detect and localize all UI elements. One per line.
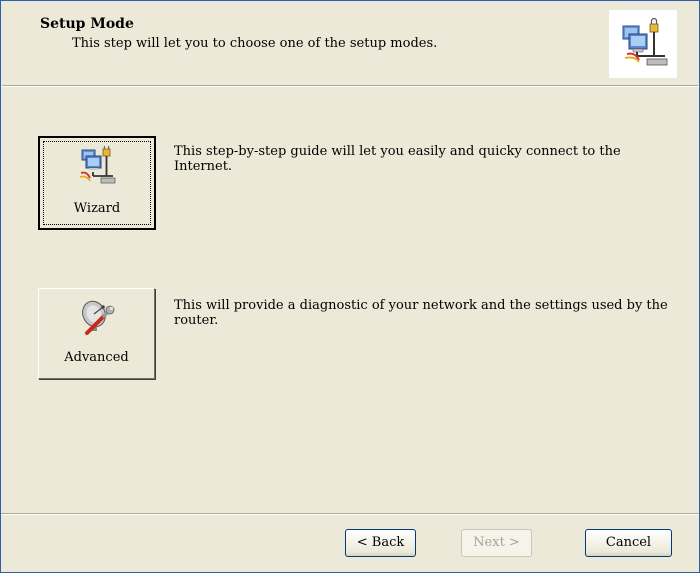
advanced-button[interactable]: Advanced bbox=[38, 288, 155, 379]
wizard-button-label: Wizard bbox=[73, 201, 121, 216]
cancel-button[interactable]: Cancel bbox=[585, 529, 672, 557]
next-button[interactable]: Next > bbox=[461, 529, 532, 557]
wizard-description: This step-by-step guide will let you eas… bbox=[174, 144, 621, 174]
advanced-description: This will provide a diagnostic of your n… bbox=[174, 298, 668, 328]
wizard-header: Setup Mode This step will let you to cho… bbox=[2, 2, 698, 86]
setup-wizard-dialog: Setup Mode This step will let you to cho… bbox=[0, 0, 700, 573]
header-network-icon bbox=[609, 10, 677, 78]
advanced-button-label: Advanced bbox=[64, 350, 129, 365]
wizard-button[interactable]: Wizard bbox=[38, 136, 156, 230]
page-subtitle: This step will let you to choose one of … bbox=[72, 36, 438, 51]
back-button[interactable]: < Back bbox=[345, 529, 416, 557]
page-title: Setup Mode bbox=[40, 16, 134, 32]
network-computers-icon bbox=[77, 144, 117, 186]
satellite-dish-wrench-icon bbox=[77, 297, 117, 337]
